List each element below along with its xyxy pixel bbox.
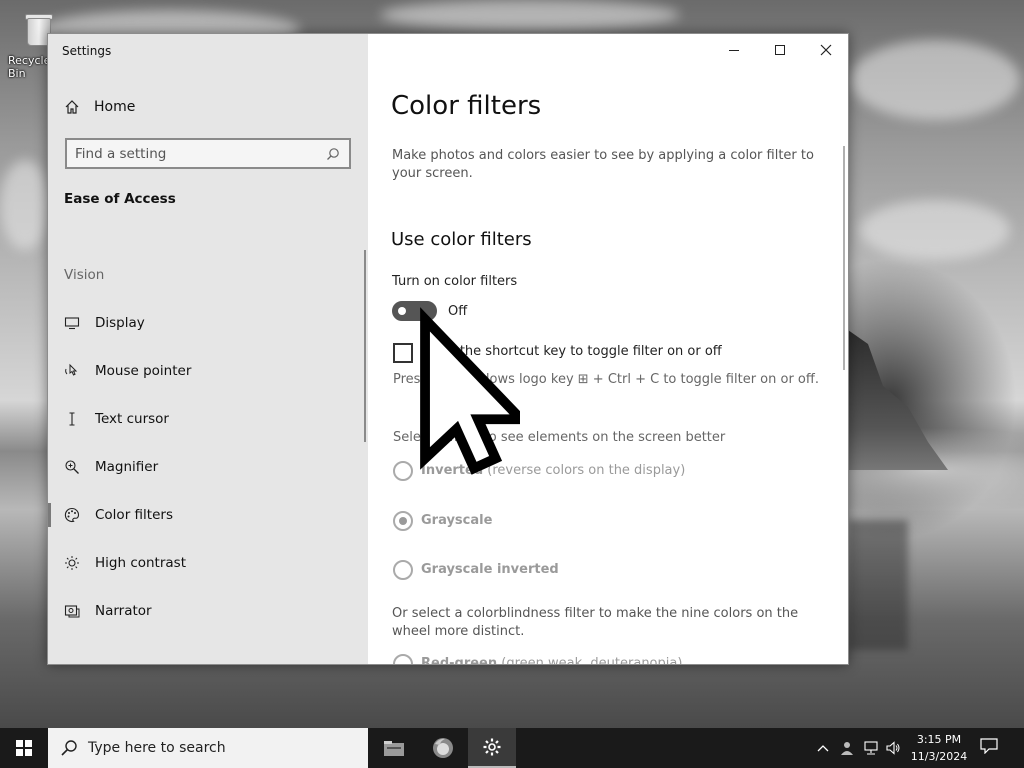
filter-detail: (green weak, deuteranopia) <box>501 656 683 665</box>
chevron-up-icon <box>817 745 829 752</box>
close-icon <box>820 44 832 56</box>
sidebar-item-label: Narrator <box>95 603 152 619</box>
text-cursor-icon <box>64 411 80 427</box>
color-filters-icon <box>64 507 80 523</box>
radio-label-red-green: Red-green (green weak, deuteranopia) <box>421 656 683 665</box>
page-description: Make photos and colors easier to see by … <box>392 148 814 181</box>
cloud <box>0 160 50 250</box>
sidebar-item-mouse-pointer[interactable]: Mouse pointer <box>48 351 366 391</box>
display-icon <box>64 315 80 331</box>
taskbar-firefox[interactable] <box>419 728 467 768</box>
search-placeholder: Find a setting <box>75 145 167 162</box>
people-icon <box>841 742 853 755</box>
sidebar-item-display[interactable]: Display <box>48 303 366 343</box>
sidebar-item-label: Display <box>95 315 145 331</box>
home-label: Home <box>94 99 136 115</box>
home-icon <box>64 99 80 115</box>
sidebar-item-high-contrast[interactable]: High contrast <box>48 543 366 583</box>
cliff-reflection <box>848 520 908 650</box>
cloud <box>860 200 1010 260</box>
mouse-cursor-icon <box>420 307 520 475</box>
people-tray-button[interactable] <box>838 739 856 757</box>
radio-grayscale[interactable] <box>393 511 413 531</box>
network-tray-button[interactable] <box>862 739 880 757</box>
sidebar-item-label: Mouse pointer <box>95 363 192 379</box>
sidebar-item-magnifier[interactable]: Magnifier <box>48 447 366 487</box>
maximize-icon <box>775 45 785 55</box>
radio-label-grayscale: Grayscale <box>421 513 492 528</box>
search-icon <box>61 740 77 756</box>
filter-name: Red-green <box>421 656 498 665</box>
colorblind-filter-label: Or select a colorblindness filter to mak… <box>392 606 799 639</box>
window-title: Settings <box>62 44 112 58</box>
search-icon <box>325 146 341 162</box>
sidebar-item-label: Magnifier <box>95 459 159 475</box>
volume-tray-button[interactable] <box>884 739 902 757</box>
gear-icon <box>483 738 501 756</box>
sidebar-item-narrator[interactable]: Narrator <box>48 591 366 631</box>
use-color-filters-heading: Use color filters <box>391 229 532 250</box>
taskbar-settings[interactable] <box>468 728 516 768</box>
network-icon <box>864 741 878 755</box>
cloud <box>850 40 1020 120</box>
toggle-label: Turn on color filters <box>392 274 518 289</box>
sidebar-item-text-cursor[interactable]: Text cursor <box>48 399 366 439</box>
maximize-button[interactable] <box>757 34 803 66</box>
radio-grayscale-inverted[interactable] <box>393 560 413 580</box>
sidebar-item-color-filters[interactable]: Color filters <box>48 495 366 535</box>
sidebar-item-label: Text cursor <box>95 411 169 427</box>
speaker-icon <box>886 741 900 755</box>
taskbar-file-explorer[interactable] <box>370 728 418 768</box>
minimize-button[interactable] <box>711 34 757 66</box>
filter-name: Grayscale inverted <box>421 562 559 577</box>
show-hidden-icons-button[interactable] <box>814 739 832 757</box>
filter-name: Grayscale <box>421 513 493 528</box>
notification-icon <box>980 738 998 755</box>
start-button[interactable] <box>0 728 48 768</box>
sidebar-item-label: High contrast <box>95 555 186 571</box>
home-link[interactable]: Home <box>64 96 135 118</box>
mouse-pointer-icon <box>64 363 80 379</box>
settings-search-input[interactable]: Find a setting <box>65 138 351 169</box>
high-contrast-icon <box>64 555 80 571</box>
cloud <box>380 0 680 30</box>
section-title: Ease of Access <box>64 191 176 207</box>
content-scrollbar[interactable] <box>843 146 845 370</box>
magnifier-icon <box>64 459 80 475</box>
taskbar: Type here to search 3:15 PM 11/3/2024 <box>0 728 1024 768</box>
firefox-icon <box>433 738 453 758</box>
taskbar-search-box[interactable]: Type here to search <box>48 728 368 768</box>
group-label-vision: Vision <box>64 267 105 283</box>
close-button[interactable] <box>803 34 848 66</box>
page-title: Color filters <box>391 91 542 121</box>
clock-date: 11/3/2024 <box>910 750 968 763</box>
radio-label-grayscale-inverted: Grayscale inverted <box>421 562 559 577</box>
minimize-icon <box>729 49 739 51</box>
clock-time: 3:15 PM <box>916 733 962 746</box>
taskbar-clock[interactable]: 3:15 PM 11/3/2024 <box>904 731 974 765</box>
sea-cliff <box>848 330 948 470</box>
action-center-button[interactable] <box>980 738 1000 756</box>
sidebar-item-label: Color filters <box>95 507 173 523</box>
file-explorer-icon <box>384 741 404 756</box>
windows-logo-icon <box>16 740 32 756</box>
sidebar-scrollbar[interactable] <box>364 250 366 442</box>
settings-sidebar: Settings Home Find a setting Ease of Acc… <box>48 34 368 664</box>
taskbar-search-placeholder: Type here to search <box>88 740 226 756</box>
narrator-icon <box>64 603 80 619</box>
